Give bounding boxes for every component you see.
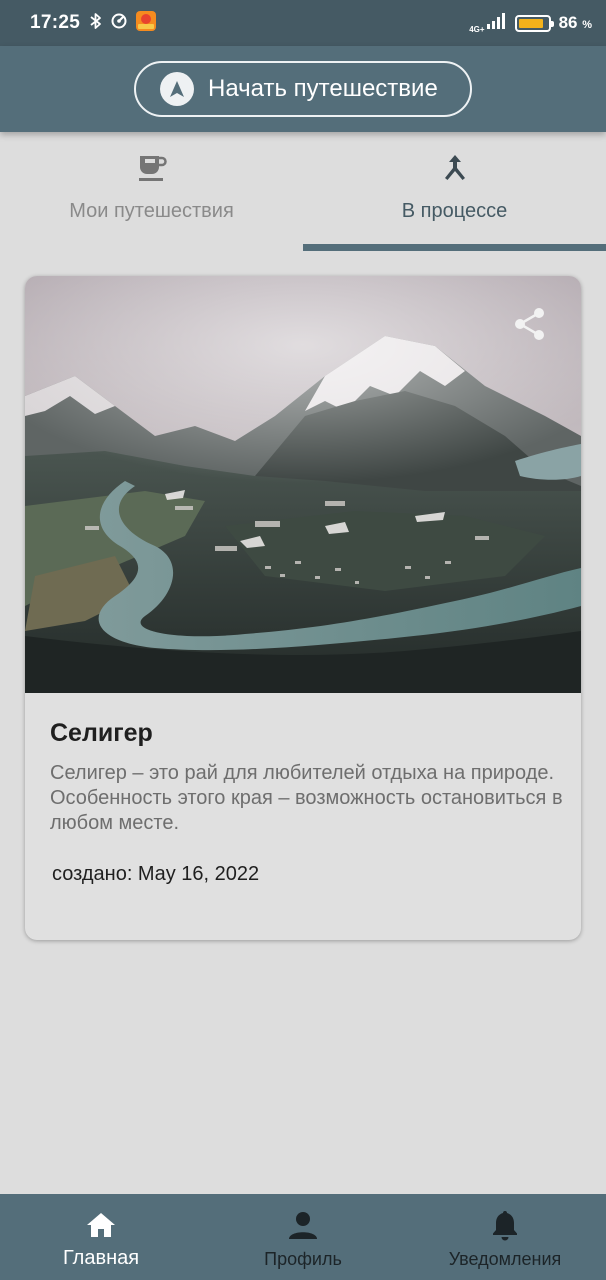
trip-tabs: Мои путешествия В процессе <box>0 132 606 252</box>
nav-home-label: Главная <box>62 1247 140 1269</box>
nav-home[interactable]: Главная <box>0 1194 202 1280</box>
share-icon <box>515 308 544 340</box>
person-icon <box>288 1209 318 1241</box>
status-time: 17:25 <box>30 12 81 33</box>
bell-icon <box>491 1209 519 1241</box>
network-type-label: 4G+ <box>469 24 485 34</box>
merge-arrows-icon <box>442 150 468 186</box>
signal-icon <box>486 12 507 34</box>
tab-my-trips[interactable]: Мои путешествия <box>0 132 303 252</box>
battery-icon <box>514 14 554 32</box>
tab-in-progress[interactable]: В процессе <box>303 132 606 252</box>
nav-profile[interactable]: Профиль <box>202 1194 404 1280</box>
status-bar: 17:25 4G+ 86 % <box>0 0 606 46</box>
battery-level-fill <box>518 18 543 28</box>
trip-image <box>25 276 581 693</box>
network-indicator: 4G+ <box>469 12 507 34</box>
tab-in-progress-label: В процессе <box>401 200 508 222</box>
trip-created-date: создано: May 16, 2022 <box>52 863 260 885</box>
app-bar: Начать путешествие <box>0 46 606 132</box>
battery-percent-sign: % <box>582 19 592 31</box>
battery-percent: 86 % <box>559 13 592 33</box>
start-journey-button[interactable]: Начать путешествие <box>134 61 472 117</box>
sync-icon <box>110 12 128 35</box>
home-icon <box>85 1209 117 1241</box>
share-button[interactable] <box>513 306 547 342</box>
coffee-cup-icon <box>137 150 167 186</box>
nav-profile-label: Профиль <box>264 1249 342 1269</box>
bottom-navigation: Главная Профиль Уведомления <box>0 1194 606 1280</box>
status-icons-right: 4G+ 86 % <box>469 12 592 34</box>
start-journey-label: Начать путешествие <box>208 75 438 102</box>
app-notification-icon <box>136 10 157 36</box>
nav-notifications-label: Уведомления <box>448 1249 562 1269</box>
trip-description: Селигер – это рай для любителей отдыха н… <box>50 762 563 834</box>
tab-my-trips-label: Мои путешествия <box>69 200 234 222</box>
trip-card[interactable]: Селигер Селигер – это рай для любителей … <box>25 276 581 940</box>
status-icons-left <box>90 10 157 36</box>
navigation-arrow-icon <box>160 72 194 106</box>
trip-title: Селигер <box>50 719 153 747</box>
bluetooth-icon <box>90 12 102 35</box>
nav-notifications[interactable]: Уведомления <box>404 1194 606 1280</box>
battery-percent-value: 86 <box>558 13 578 32</box>
active-tab-indicator <box>303 244 606 251</box>
